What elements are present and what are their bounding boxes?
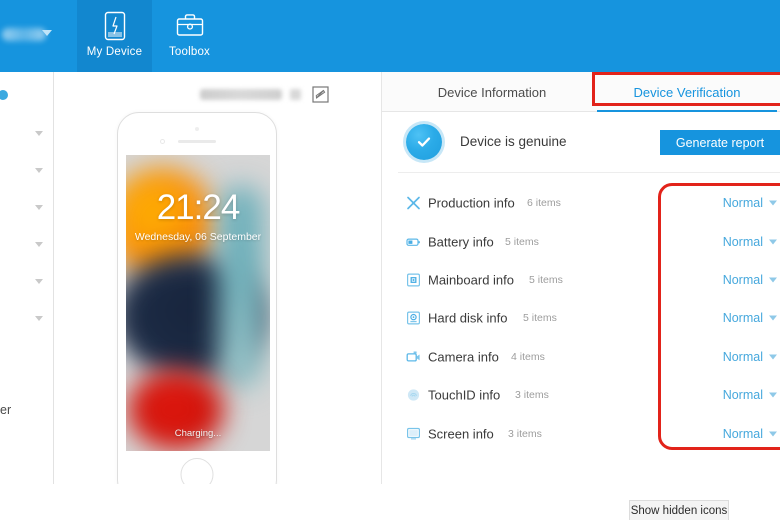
device-name-badge-redacted: [290, 89, 301, 100]
check-row-hard-disk-info[interactable]: Hard disk info 5 items Normal: [382, 299, 780, 337]
chevron-down-icon[interactable]: [769, 392, 777, 398]
check-row-status: Normal: [722, 426, 763, 441]
divider: [398, 172, 780, 173]
lockscreen-date: Wednesday, 06 September: [134, 231, 262, 243]
sidebar-chevron-down-icon[interactable]: [35, 242, 43, 247]
top-navigation-bar: My Device Toolbox: [0, 0, 780, 72]
battery-icon: [406, 234, 421, 249]
check-row-count: 5 items: [505, 235, 539, 248]
check-row-status: Normal: [722, 272, 763, 287]
chevron-down-icon[interactable]: [769, 200, 777, 206]
device-selector-label-redacted: [2, 27, 46, 41]
phone-sensor-icon: [195, 127, 199, 131]
fingerprint-icon: [406, 388, 421, 403]
sidebar-chevron-down-icon[interactable]: [35, 131, 43, 136]
nav-tab-my-device[interactable]: My Device: [77, 0, 152, 72]
chip-icon: [406, 272, 421, 287]
check-row-count: 4 items: [511, 350, 545, 363]
generate-report-button-label: Generate report: [675, 135, 765, 150]
nav-tab-toolbox[interactable]: Toolbox: [152, 0, 227, 72]
check-row-label: TouchID info: [428, 387, 501, 403]
camera-icon: [406, 349, 421, 364]
check-row-count: 5 items: [523, 312, 557, 325]
check-row-camera-info[interactable]: Camera info 4 items Normal: [382, 338, 780, 376]
screen-icon: [406, 426, 421, 441]
check-row-status: Normal: [722, 388, 763, 403]
app-window: My Device Toolbox er 21:24 Wednesday, 06…: [0, 0, 780, 520]
chevron-down-icon[interactable]: [769, 431, 777, 437]
sidebar-item-label-fragment: er: [0, 403, 12, 417]
chevron-down-icon[interactable]: [769, 354, 777, 360]
check-row-touchid-info[interactable]: TouchID info 3 items Normal: [382, 376, 780, 414]
tab-device-information[interactable]: Device Information: [402, 72, 582, 112]
tab-device-information-label: Device Information: [437, 84, 547, 100]
phone-mockup: 21:24 Wednesday, 06 September Charging..…: [117, 112, 277, 502]
panel-tabstrip: Device Information Device Verification: [382, 72, 780, 112]
edit-pencil-icon[interactable]: [312, 86, 329, 108]
sidebar: er: [0, 72, 54, 520]
phone-speaker-icon: [178, 140, 216, 143]
device-preview-panel: 21:24 Wednesday, 06 September Charging..…: [55, 72, 380, 520]
check-row-status: Normal: [722, 196, 763, 211]
check-row-production-info[interactable]: Production info 6 items Normal: [382, 184, 780, 222]
lockscreen-time: 21:24: [156, 188, 241, 227]
check-row-mainboard-info[interactable]: Mainboard info 5 items Normal: [382, 261, 780, 299]
generate-report-button[interactable]: Generate report: [660, 130, 780, 155]
tablet-icon: [104, 9, 126, 43]
chevron-down-icon[interactable]: [769, 239, 777, 245]
check-row-battery-info[interactable]: Battery info 5 items Normal: [382, 222, 780, 260]
check-row-label: Hard disk info: [428, 310, 508, 326]
nav-tab-toolbox-label: Toolbox: [168, 46, 211, 58]
check-row-count: 5 items: [529, 273, 563, 286]
phone-camera-icon: [160, 139, 165, 144]
check-row-label: Mainboard info: [428, 272, 514, 288]
sidebar-status-dot-icon: [0, 90, 8, 100]
check-row-label: Screen info: [428, 426, 494, 442]
check-row-status: Normal: [722, 311, 763, 326]
device-name-row[interactable]: [200, 86, 370, 108]
check-row-count: 3 items: [515, 389, 549, 402]
check-row-status: Normal: [722, 234, 763, 249]
show-hidden-icons-tooltip[interactable]: Show hidden icons: [629, 500, 729, 520]
harddisk-icon: [406, 311, 421, 326]
check-row-label: Battery info: [428, 234, 494, 250]
sidebar-chevron-down-icon[interactable]: [35, 279, 43, 284]
sidebar-chevron-down-icon[interactable]: [35, 168, 43, 173]
show-hidden-icons-label: Show hidden icons: [630, 505, 728, 517]
check-row-label: Production info: [428, 195, 515, 211]
verification-check-list: Production info 6 items Normal Battery i…: [382, 184, 780, 453]
device-name-redacted: [200, 89, 282, 100]
chevron-down-icon[interactable]: [769, 315, 777, 321]
check-row-label: Camera info: [428, 349, 499, 365]
verification-status-text: Device is genuine: [460, 134, 567, 149]
tab-device-verification[interactable]: Device Verification: [597, 72, 777, 112]
check-row-status: Normal: [722, 349, 763, 364]
verification-panel: Device Information Device Verification D…: [381, 72, 780, 520]
tools-icon: [406, 196, 421, 211]
check-row-count: 6 items: [527, 197, 561, 210]
chevron-down-icon[interactable]: [769, 277, 777, 283]
main-body: er 21:24 Wednesday, 06 September Chargin…: [0, 72, 780, 520]
sidebar-chevron-down-icon[interactable]: [35, 205, 43, 210]
check-badge-icon: [406, 124, 442, 160]
verification-status-row: Device is genuine Generate report: [382, 112, 780, 170]
toolbox-icon: [175, 9, 205, 43]
phone-screen-mirror[interactable]: 21:24 Wednesday, 06 September Charging..…: [126, 155, 270, 451]
tab-device-verification-label: Device Verification: [633, 84, 741, 100]
check-row-count: 3 items: [508, 427, 542, 440]
sidebar-chevron-down-icon[interactable]: [35, 316, 43, 321]
device-selector[interactable]: [0, 22, 62, 46]
nav-tab-my-device-label: My Device: [86, 46, 143, 58]
check-row-screen-info[interactable]: Screen info 3 items Normal: [382, 414, 780, 452]
lockscreen-charging-status: Charging...: [174, 428, 222, 439]
chevron-down-icon[interactable]: [42, 30, 52, 36]
